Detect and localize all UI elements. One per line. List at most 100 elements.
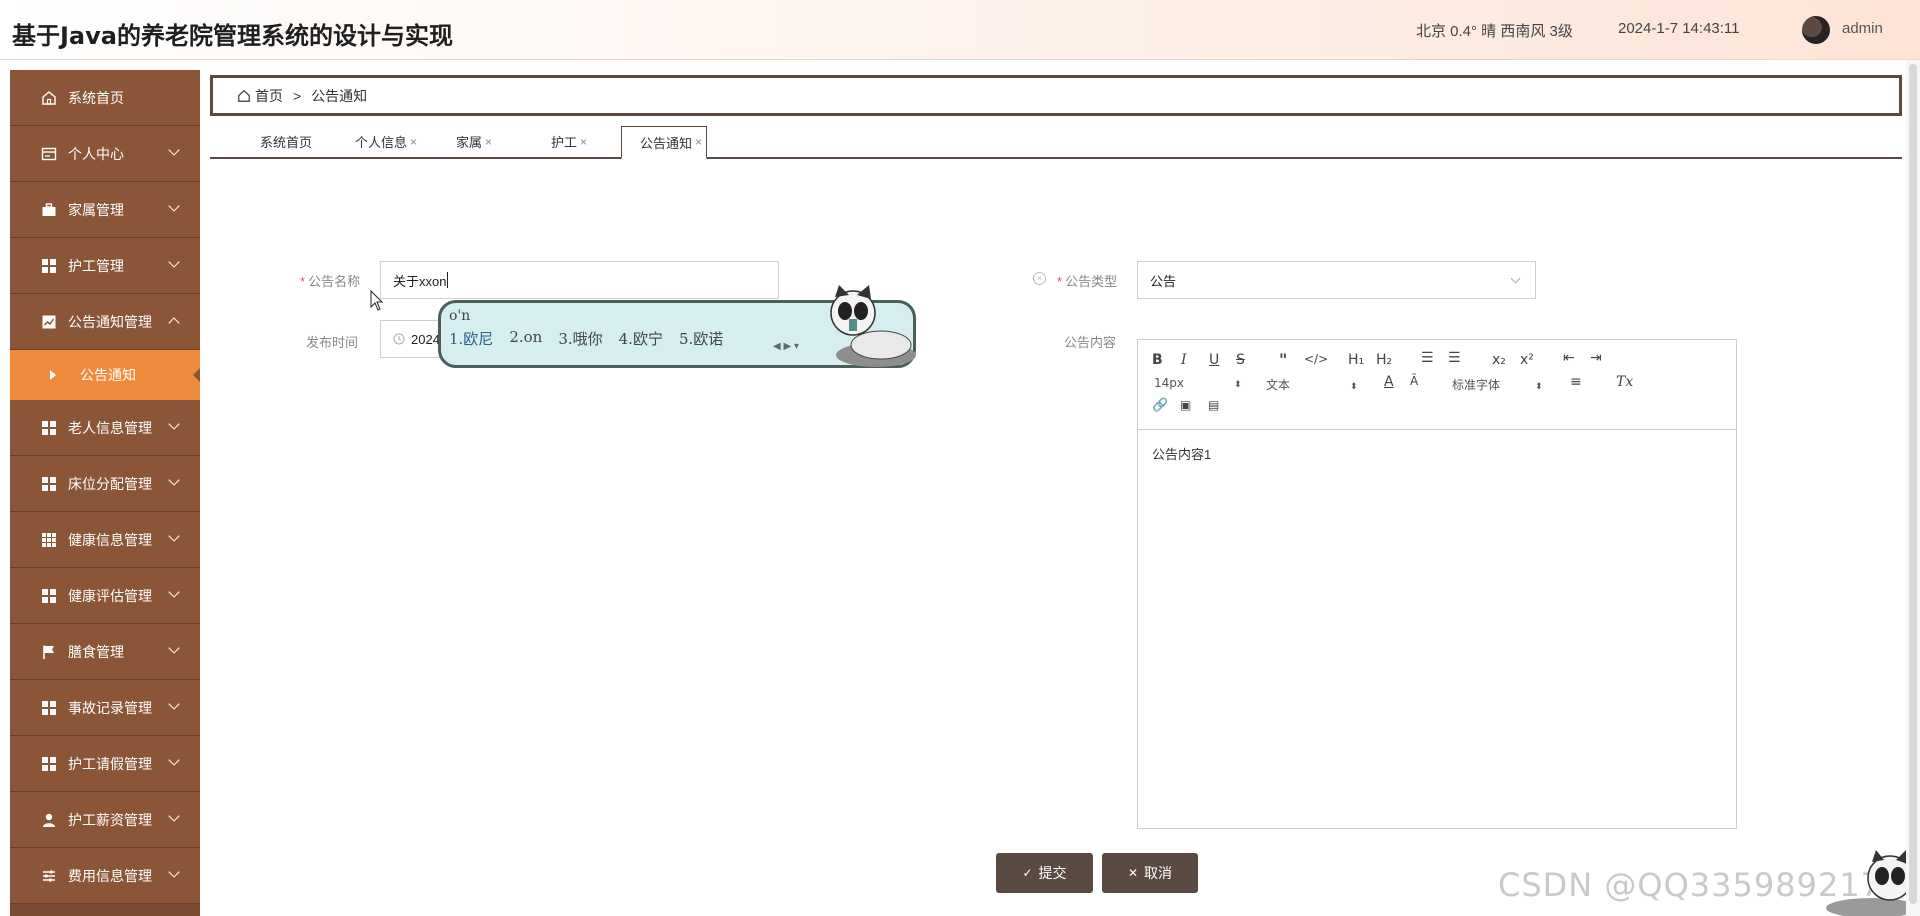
blockquote-icon[interactable]: " <box>1279 350 1287 369</box>
close-icon[interactable]: × <box>580 135 587 149</box>
tab-family[interactable]: 家属 × <box>456 126 492 157</box>
sidebar: 系统首页 个人中心 家属管理 护工管理 公告通知管理 公告通知 老人信息管理 床… <box>10 70 200 916</box>
username[interactable]: admin <box>1842 20 1883 37</box>
image-icon[interactable]: ▣ <box>1180 398 1191 412</box>
sidebar-item-caregiver-salary[interactable]: 护工薪资管理 <box>10 792 200 848</box>
block-type-select[interactable]: 文本 ⬍ <box>1266 376 1358 393</box>
chevron-down-icon <box>168 200 180 212</box>
sidebar-item-notice-management[interactable]: 公告通知管理 <box>10 294 200 350</box>
clear-format-icon[interactable]: Tx <box>1616 374 1633 390</box>
sidebar-item-label: 公告通知管理 <box>68 313 152 330</box>
heading1-icon[interactable]: H₁ <box>1348 352 1364 368</box>
ime-candidate[interactable]: 2.on <box>509 328 542 349</box>
heading2-icon[interactable]: H₂ <box>1376 352 1392 368</box>
chevron-down-icon <box>168 586 180 598</box>
font-size-select[interactable]: 14px ⬍ <box>1154 376 1242 390</box>
sidebar-item-incident-records[interactable]: 事故记录管理 <box>10 680 200 736</box>
sidebar-item-label: 护工管理 <box>68 257 124 274</box>
sidebar-subitem-notice[interactable]: 公告通知 <box>10 350 200 400</box>
chevron-down-icon <box>168 698 180 710</box>
sidebar-item-fee-info[interactable]: 费用信息管理 <box>10 848 200 904</box>
scrollbar-thumb[interactable] <box>1909 64 1917 904</box>
tab-system-home[interactable]: 系统首页 <box>260 126 312 157</box>
briefcase-icon <box>40 201 58 219</box>
chevron-down-icon <box>168 256 180 268</box>
ime-candidate[interactable]: 5.欧诺 <box>679 328 723 349</box>
grid-icon <box>40 257 58 275</box>
active-marker <box>193 368 200 382</box>
sidebar-item-caregiver-leave[interactable]: 护工请假管理 <box>10 736 200 792</box>
tab-label: 个人信息 <box>355 135 408 150</box>
tab-personal-info[interactable]: 个人信息 × <box>355 126 417 157</box>
cat-mascot-icon <box>1826 850 1918 916</box>
tab-label: 护工 <box>551 135 578 150</box>
editor-content[interactable]: 公告内容1 <box>1138 430 1736 477</box>
background-color-icon[interactable]: Ā <box>1410 374 1418 388</box>
breadcrumb-home[interactable]: 首页 <box>255 86 283 106</box>
grid-icon <box>40 755 58 773</box>
sidebar-item-family[interactable]: 家属管理 <box>10 182 200 238</box>
indent-icon[interactable]: ⇥ <box>1590 350 1602 366</box>
title-label: * 公告名称 <box>300 274 361 289</box>
sidebar-item-home[interactable]: 系统首页 <box>10 70 200 126</box>
sidebar-item-label: 家属管理 <box>68 201 124 218</box>
app-header: 基于Java的养老院管理系统的设计与实现 北京 0.4° 晴 西南风 3级 20… <box>0 0 1920 60</box>
sidebar-item-health-assessment[interactable]: 健康评估管理 <box>10 568 200 624</box>
outdent-icon[interactable]: ⇤ <box>1563 350 1575 366</box>
sidebar-item-bed-allocation[interactable]: 床位分配管理 <box>10 456 200 512</box>
avatar[interactable] <box>1800 14 1832 46</box>
home-icon <box>238 89 250 102</box>
sidebar-item-label: 床位分配管理 <box>68 475 152 492</box>
bullet-list-icon[interactable]: ☰ <box>1448 350 1461 366</box>
close-icon[interactable]: × <box>410 135 417 149</box>
code-icon[interactable]: </> <box>1304 352 1328 366</box>
chevron-down-icon <box>168 754 180 766</box>
publish-time-label: 发布时间 <box>306 335 359 350</box>
ime-candidate[interactable]: 3.哦你 <box>558 328 602 349</box>
breadcrumb: 首页 > 公告通知 <box>210 75 1902 116</box>
link-icon[interactable]: 🔗 <box>1152 398 1168 413</box>
grid-icon <box>40 587 58 605</box>
sidebar-item-label: 系统首页 <box>68 89 124 106</box>
card-icon <box>40 145 58 163</box>
tab-caregiver[interactable]: 护工 × <box>551 126 587 157</box>
text-caret <box>447 272 449 288</box>
type-select[interactable]: 公告 <box>1137 261 1536 299</box>
page-scrollbar[interactable] <box>1906 60 1920 916</box>
sidebar-item-health-info[interactable]: 健康信息管理 <box>10 512 200 568</box>
strikethrough-icon[interactable]: S <box>1236 352 1245 368</box>
grid-icon <box>40 475 58 493</box>
tab-notice[interactable]: 公告通知 × <box>621 126 708 159</box>
font-family-select[interactable]: 标准字体 ⬍ <box>1452 376 1543 393</box>
clear-icon[interactable]: × <box>1033 272 1046 285</box>
sidebar-item-personal-center[interactable]: 个人中心 <box>10 126 200 182</box>
title-input[interactable]: 关于xxon <box>380 261 779 299</box>
chevron-down-icon <box>168 866 180 878</box>
video-icon[interactable]: ▤ <box>1208 398 1219 412</box>
ime-page-arrows[interactable]: ◀ ▶ ▾ <box>773 341 799 352</box>
ordered-list-icon[interactable]: ☰ <box>1421 350 1434 366</box>
align-icon[interactable]: ≡ <box>1570 374 1582 390</box>
tab-label: 系统首页 <box>260 135 313 150</box>
font-color-icon[interactable]: A <box>1384 374 1394 390</box>
italic-icon[interactable]: I <box>1181 352 1187 368</box>
app-title: 基于Java的养老院管理系统的设计与实现 <box>12 22 453 50</box>
ime-candidate-popup: o'n 1.欧尼 2.on 3.哦你 4.欧宁 5.欧诺 ◀ ▶ ▾ <box>438 285 916 368</box>
cancel-button[interactable]: ✕ 取消 <box>1102 853 1198 893</box>
ime-candidate[interactable]: 4.欧宁 <box>619 328 663 349</box>
sidebar-item-meals[interactable]: 膳食管理 <box>10 624 200 680</box>
close-icon[interactable]: × <box>695 135 702 149</box>
bold-icon[interactable]: B <box>1152 352 1163 368</box>
grid-icon <box>40 419 58 437</box>
user-icon <box>40 811 58 829</box>
underline-icon[interactable]: U <box>1209 352 1219 368</box>
sidebar-item-elder-info[interactable]: 老人信息管理 <box>10 400 200 456</box>
ime-pinyin: o'n <box>449 308 471 324</box>
close-icon[interactable]: × <box>485 135 492 149</box>
sidebar-item-label: 事故记录管理 <box>68 699 152 716</box>
subscript-icon[interactable]: x₂ <box>1492 352 1506 368</box>
superscript-icon[interactable]: x² <box>1520 352 1534 368</box>
ime-candidate[interactable]: 1.欧尼 <box>449 328 493 349</box>
sidebar-item-caregiver[interactable]: 护工管理 <box>10 238 200 294</box>
submit-button[interactable]: ✓ 提交 <box>996 853 1093 893</box>
